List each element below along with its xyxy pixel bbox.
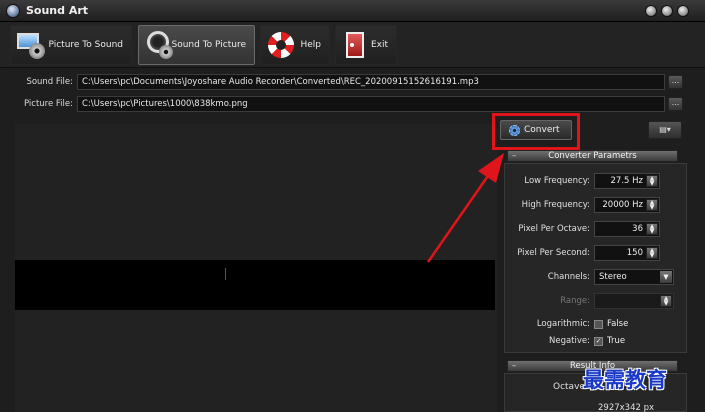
arrow-shaft (426, 172, 492, 263)
picture-file-browse-button[interactable]: ... (668, 97, 683, 111)
picture-to-sound-button[interactable]: Picture To Sound (10, 25, 132, 65)
high-frequency-spinner[interactable]: ▲ ▼ (646, 199, 658, 211)
close-button[interactable] (677, 5, 689, 17)
arrow-head (478, 153, 504, 183)
logarithmic-row: Logarithmic: False (510, 316, 629, 332)
range-label: Range: (560, 296, 590, 306)
app-icon (6, 4, 20, 18)
high-frequency-label: High Frequency: (521, 200, 590, 210)
negative-value: True (607, 336, 626, 346)
sound-file-browse-button[interactable]: ... (668, 75, 683, 89)
negative-row: Negative: ✓ True (510, 333, 625, 349)
negative-label: Negative: (548, 336, 590, 346)
logarithmic-label: Logarithmic: (536, 319, 590, 329)
picture-to-sound-label: Picture To Sound (48, 40, 124, 50)
pixel-per-second-input[interactable]: 150 ▲ ▼ (594, 245, 660, 261)
sound-to-picture-icon (143, 29, 173, 61)
sound-file-field[interactable]: C:\Users\pc\Documents\Joyoshare Audio Re… (77, 74, 665, 90)
channels-row: Channels: Stereo ▼ (510, 269, 674, 285)
title-bar: Sound Art (0, 0, 705, 22)
watermark-text: 最需教育 (583, 367, 667, 392)
logarithmic-checkbox[interactable]: False (594, 319, 628, 329)
exit-button[interactable]: Exit (335, 25, 397, 65)
low-frequency-spinner[interactable]: ▲ ▼ (646, 175, 658, 187)
range-input: ▲ ▼ (594, 293, 674, 309)
converter-params-header[interactable]: – Converter Parametrs (507, 150, 678, 162)
range-spinner: ▲ ▼ (660, 295, 672, 307)
window-title: Sound Art (26, 4, 89, 17)
sound-file-label: Sound File: (26, 77, 73, 87)
pixel-per-second-row: Pixel Per Second: 150 ▲ ▼ (510, 245, 660, 261)
range-row: Range: ▲ ▼ (510, 293, 674, 309)
minimize-button[interactable] (645, 5, 657, 17)
picture-file-field[interactable]: C:\Users\pc\Pictures\1000\838kmo.png (77, 96, 665, 112)
high-frequency-row: High Frequency: 20000 Hz ▲ ▼ (510, 197, 660, 213)
low-frequency-value: 27.5 Hz (610, 176, 643, 186)
preview-cursor (225, 268, 226, 280)
channels-label: Channels: (547, 272, 590, 282)
picture-file-row: Picture File: C:\Users\pc\Pictures\1000\… (15, 96, 665, 112)
pixel-per-octave-label: Pixel Per Octave: (518, 224, 590, 234)
sound-file-row: Sound File: C:\Users\pc\Documents\Joyosh… (15, 74, 665, 90)
picture-file-label: Picture File: (23, 99, 73, 109)
help-label: Help (300, 40, 321, 50)
pixel-per-octave-value: 36 (632, 224, 643, 234)
converter-params-title: Converter Parametrs (548, 151, 637, 161)
octave-label: Octave (553, 382, 585, 392)
high-frequency-value: 20000 Hz (602, 200, 643, 210)
pixel-per-second-value: 150 (626, 248, 643, 258)
lifebuoy-icon (265, 29, 294, 61)
exit-door-icon (340, 29, 365, 61)
sound-to-picture-label: Sound To Picture (171, 40, 247, 50)
pixel-per-octave-spinner[interactable]: ▲ ▼ (646, 223, 658, 235)
high-frequency-input[interactable]: 20000 Hz ▲ ▼ (594, 197, 660, 213)
exit-label: Exit (370, 40, 388, 50)
pixel-per-octave-row: Pixel Per Octave: 36 ▲ ▼ (510, 221, 660, 237)
result-size-value: 2927x342 px (598, 403, 655, 412)
channels-select[interactable]: Stereo ▼ (594, 269, 674, 285)
logarithmic-value: False (607, 319, 629, 329)
unchecked-box-icon (594, 319, 603, 329)
view-options-button[interactable]: ▤▾ (648, 121, 682, 139)
low-frequency-row: Low Frequency: 27.5 Hz ▲ ▼ (510, 173, 660, 189)
pixel-per-second-spinner[interactable]: ▲ ▼ (646, 247, 658, 259)
collapse-icon: – (512, 151, 517, 161)
maximize-button[interactable] (661, 5, 673, 17)
main-toolbar: Picture To Sound Sound To Picture Help E… (0, 22, 705, 68)
sound-to-picture-button[interactable]: Sound To Picture (138, 25, 255, 65)
help-button[interactable]: Help (260, 25, 330, 65)
collapse-icon: – (512, 361, 517, 371)
chevron-down-icon: ▼ (660, 271, 672, 283)
picture-to-sound-icon (15, 29, 45, 61)
low-frequency-label: Low Frequency: (524, 176, 590, 186)
low-frequency-input[interactable]: 27.5 Hz ▲ ▼ (594, 173, 660, 189)
channels-value: Stereo (599, 272, 627, 282)
pixel-per-octave-input[interactable]: 36 ▲ ▼ (594, 221, 660, 237)
negative-checkbox[interactable]: ✓ True (594, 336, 625, 346)
checked-box-icon: ✓ (594, 336, 603, 346)
pixel-per-second-label: Pixel Per Second: (517, 248, 590, 258)
